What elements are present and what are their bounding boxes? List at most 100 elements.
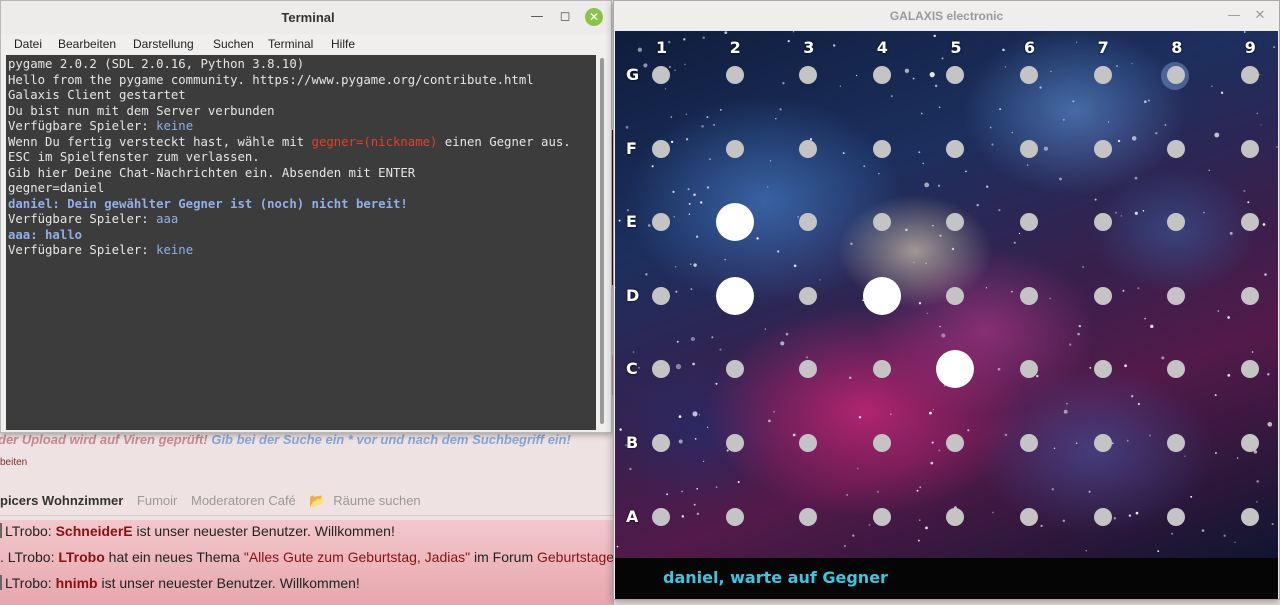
star (1227, 374, 1231, 377)
grid-hole[interactable] (1020, 139, 1038, 158)
grid-hole[interactable] (1240, 213, 1259, 232)
star (766, 186, 769, 188)
grid-hole[interactable] (725, 507, 744, 526)
menu-suchen[interactable]: Suchen (213, 37, 254, 51)
terminal-titlebar[interactable]: Terminal — ◻ ✕ (1, 1, 611, 34)
star (1026, 164, 1029, 166)
grid-hole[interactable] (1093, 360, 1112, 379)
grid-hole[interactable] (1020, 286, 1038, 305)
grid-hole[interactable] (1093, 286, 1112, 305)
placed-ship-marker[interactable] (715, 203, 754, 242)
chat-message: LTrobo: SchneiderE ist unser neuester Be… (0, 523, 614, 539)
terminal-line: Verfügbare Spieler: keine (8, 119, 194, 133)
grid-hole[interactable] (652, 434, 670, 452)
star (1161, 356, 1165, 360)
grid-hole[interactable] (872, 139, 891, 158)
grid-hole[interactable] (1093, 139, 1112, 158)
star (904, 68, 910, 73)
grid-hole[interactable] (1240, 66, 1259, 84)
grid-hole[interactable] (799, 139, 818, 158)
room-moderatoren[interactable]: Moderatoren Café (191, 493, 296, 508)
star (1107, 121, 1110, 123)
star (664, 88, 667, 90)
room-fumoir[interactable]: Fumoir (137, 493, 177, 508)
grid-hole[interactable] (725, 360, 744, 379)
grid-hole[interactable] (946, 507, 965, 526)
star (806, 356, 809, 359)
star (1124, 364, 1127, 368)
star (912, 77, 915, 80)
grid-hole[interactable] (1240, 507, 1259, 526)
grid-hole[interactable] (1093, 66, 1112, 84)
grid-hole[interactable] (652, 507, 670, 526)
menu-bearbeiten[interactable]: Bearbeiten (58, 37, 116, 51)
star (637, 47, 643, 52)
game-board[interactable]: 1 2 3 4 5 6 7 8 9 G F E D C B A (615, 31, 1278, 558)
star (713, 124, 715, 126)
grid-hole[interactable] (872, 66, 891, 84)
close-icon[interactable]: ✕ (1251, 7, 1269, 25)
star (1068, 343, 1072, 346)
grid-hole[interactable] (1167, 286, 1186, 305)
minimize-icon[interactable]: — (528, 8, 546, 26)
star (638, 366, 640, 369)
search-rooms-link[interactable]: Räume suchen (333, 493, 420, 508)
grid-hole[interactable] (1093, 434, 1112, 452)
grid-hole[interactable] (1240, 139, 1259, 158)
minimize-icon[interactable]: — (1225, 7, 1243, 25)
menu-darstellung[interactable]: Darstellung (133, 37, 194, 51)
galaxis-window[interactable]: GALAXIS electronic — ✕ 123456789GFEDCBA … (613, 0, 1280, 600)
grid-hole[interactable] (1093, 213, 1112, 232)
grid-hole[interactable] (1020, 507, 1038, 526)
room-active[interactable]: picers Wohnzimmer (0, 493, 123, 508)
menu-terminal[interactable]: Terminal (268, 37, 313, 51)
grid-hole[interactable] (1167, 139, 1186, 158)
column-label: 8 (1171, 38, 1183, 57)
close-icon[interactable]: ✕ (585, 8, 603, 26)
placed-ship-marker[interactable] (862, 276, 901, 315)
star (1131, 136, 1137, 141)
star (675, 266, 677, 268)
maximize-icon[interactable]: ◻ (556, 8, 574, 26)
scrollbar-thumb[interactable] (600, 58, 604, 424)
star (1137, 402, 1140, 406)
star (706, 116, 709, 119)
grid-hole[interactable] (1240, 286, 1259, 305)
menu-hilfe[interactable]: Hilfe (331, 37, 355, 51)
terminal-line: Wenn Du fertig versteckt hast, wähle mit… (8, 134, 571, 149)
grid-hole[interactable] (1020, 66, 1038, 84)
star (1131, 62, 1133, 65)
star (694, 438, 697, 440)
edit-link[interactable]: beiten (0, 457, 27, 468)
chat-rooms-bar: picers Wohnzimmer Fumoir Moderatoren Caf… (0, 493, 431, 509)
star (1247, 201, 1250, 204)
grid-hole[interactable] (946, 139, 965, 158)
star (720, 109, 722, 111)
star (1066, 402, 1068, 405)
grid-hole[interactable] (652, 66, 670, 84)
grid-hole[interactable] (725, 139, 744, 158)
grid-hole[interactable] (1167, 507, 1186, 526)
grid-hole[interactable] (1240, 434, 1259, 452)
grid-hole[interactable] (1093, 507, 1112, 526)
placed-ship-marker[interactable] (715, 276, 754, 315)
grid-hole[interactable] (872, 507, 891, 526)
star (681, 515, 685, 518)
grid-hole[interactable] (872, 213, 891, 232)
star (792, 433, 796, 437)
galaxis-titlebar[interactable]: GALAXIS electronic — ✕ (614, 1, 1279, 31)
grid-hole[interactable] (799, 507, 818, 526)
terminal-line: Galaxis Client gestartet (8, 88, 186, 102)
star (1267, 421, 1273, 427)
grid-hole[interactable] (725, 66, 744, 84)
star (1262, 223, 1266, 226)
grid-hole[interactable] (725, 434, 744, 452)
menu-datei[interactable]: Datei (14, 37, 42, 51)
grid-hole[interactable] (872, 434, 891, 452)
star (1116, 65, 1118, 67)
grid-hole[interactable] (1020, 434, 1038, 452)
star (792, 31, 795, 33)
grid-hole[interactable] (799, 286, 818, 305)
grid-hole[interactable] (652, 139, 670, 158)
grid-hole[interactable] (652, 286, 670, 305)
